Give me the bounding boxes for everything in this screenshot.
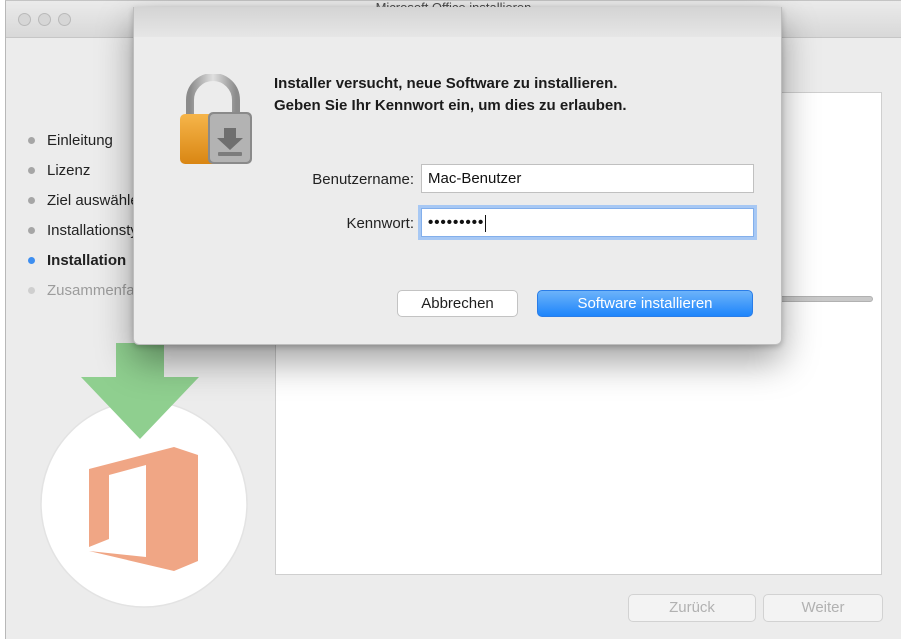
authentication-dialog: Installer versucht, neue Software zu ins… xyxy=(133,7,782,345)
step-bullet xyxy=(28,136,35,144)
step-bullet-active xyxy=(28,256,35,264)
padlock-icon xyxy=(180,74,252,164)
dialog-header-shade xyxy=(134,7,781,37)
step-label: Einleitung xyxy=(47,131,113,149)
dialog-message-line1: Installer versucht, neue Software zu ins… xyxy=(274,75,618,92)
step-bullet xyxy=(28,286,35,294)
password-dots: ••••••••• xyxy=(428,214,485,231)
continue-button[interactable]: Weiter xyxy=(763,594,883,622)
step-label: Installationstyp xyxy=(47,221,147,239)
step-bullet xyxy=(28,226,35,234)
install-software-button[interactable]: Software installieren xyxy=(537,290,753,317)
step-label: Lizenz xyxy=(47,161,91,179)
dialog-message-line2: Geben Sie Ihr Kennwort ein, um dies zu e… xyxy=(274,97,627,114)
text-cursor xyxy=(485,214,487,232)
step-label: Installation xyxy=(47,251,127,269)
step-bullet xyxy=(28,196,35,204)
password-field[interactable]: ••••••••• xyxy=(421,208,754,237)
step-bullet xyxy=(28,166,35,174)
username-field[interactable]: Mac-Benutzer xyxy=(421,164,754,193)
office-logo-icon xyxy=(40,343,248,608)
cancel-button[interactable]: Abbrechen xyxy=(397,290,518,317)
username-label: Benutzername: xyxy=(312,171,414,188)
password-label: Kennwort: xyxy=(346,215,414,232)
back-button[interactable]: Zurück xyxy=(628,594,756,622)
dialog-message: Installer versucht, neue Software zu ins… xyxy=(274,73,627,117)
